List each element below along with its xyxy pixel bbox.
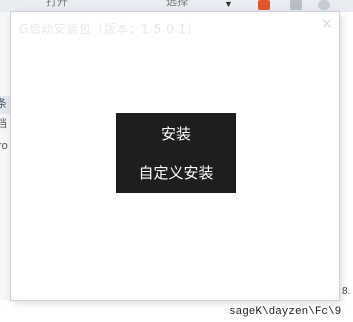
globe-icon [318, 0, 330, 10]
dropdown-arrow-icon: ▼ [224, 0, 233, 9]
background-path-text: sageK\dayzen\Fc\9 [229, 306, 342, 318]
toolbar-open-label: 打开 [46, 0, 68, 8]
background-left-panel [0, 12, 11, 322]
background-left-text-2: 档 [0, 118, 7, 130]
brush-icon [258, 0, 270, 10]
background-right-panel [339, 12, 353, 322]
install-menu: 安装 自定义安装 [116, 113, 236, 193]
custom-install-button[interactable]: 自定义安装 [116, 162, 236, 183]
toolbar-select-label: 选择 [166, 0, 188, 8]
installer-dialog: G启动安装包（版本：1.5.0.1） × 安装 自定义安装 [11, 12, 339, 300]
install-button[interactable]: 安装 [116, 123, 236, 144]
background-left-text-1: 条 [0, 98, 7, 110]
dialog-title: G启动安装包（版本：1.5.0.1） [19, 22, 200, 36]
close-icon[interactable]: × [320, 17, 334, 31]
background-left-text-3: ro [0, 140, 8, 152]
background-right-text: 8. [342, 286, 351, 297]
lightning-icon [290, 0, 302, 10]
